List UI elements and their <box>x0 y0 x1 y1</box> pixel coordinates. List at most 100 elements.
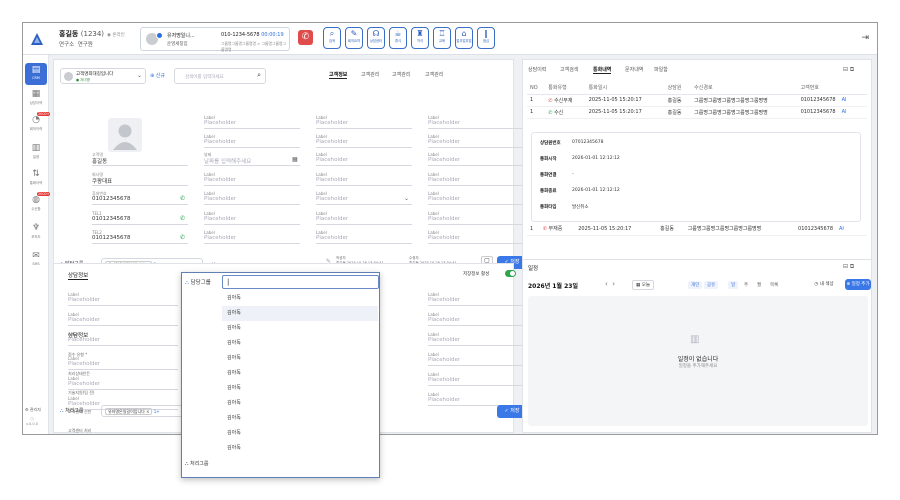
ai-badge[interactable]: AI <box>842 109 847 115</box>
view-목록[interactable]: 목록 <box>767 281 781 289</box>
ai-badge[interactable]: AI <box>842 97 847 103</box>
company-field[interactable]: 쿠팡대표 <box>92 177 112 185</box>
table-row[interactable]: 1 ✆ 부재중 2025-11-05 15:20:17 홍길동 그룹명그룹명그룹명그룹명… <box>527 223 867 236</box>
customer-tab[interactable]: 고객관리 <box>392 71 410 78</box>
table-row[interactable]: 1 ✆ 수신 2025-11-05 15:20:17 홍길동 그룹명그룹명그룹명그룹명그… <box>527 106 867 119</box>
today-button[interactable]: ▦ 오늘 <box>632 280 654 290</box>
customer-tab[interactable]: 고객관리 <box>425 71 443 78</box>
consult-field[interactable]: Placeholder <box>68 297 100 303</box>
label-field[interactable]: Placeholder <box>316 196 348 202</box>
label-field[interactable]: Placeholder <box>428 235 460 241</box>
consult-field[interactable]: Placeholder <box>68 381 100 387</box>
dropdown-option[interactable]: 김아독 <box>222 336 378 351</box>
new-customer-button[interactable]: ⊕ 신규 <box>150 72 165 79</box>
label-field[interactable]: Placeholder <box>204 196 236 202</box>
ai-badge[interactable]: AI <box>839 226 844 232</box>
call-status-box[interactable]: 유저명일니... 운영세칭입 010-1234-5678 00:00:19 그룹… <box>140 27 290 52</box>
dropdown-option[interactable]: 김아독 <box>222 426 378 441</box>
label-field[interactable]: Placeholder <box>316 235 348 241</box>
dropdown-option[interactable]: 김아독 <box>222 411 378 426</box>
sidebar-item-CRM[interactable]: ▤ CRM <box>25 63 47 85</box>
add-schedule-button[interactable]: ⊕ 일정 추가 <box>845 279 871 290</box>
consult-field[interactable]: Placeholder <box>68 361 100 367</box>
consult-field[interactable]: Placeholder <box>428 377 460 383</box>
search-input[interactable]: 검색어를 입력하세요 ⌕ <box>174 68 266 84</box>
label-field[interactable]: Placeholder <box>428 216 460 222</box>
dropdown-option[interactable]: 김아독 <box>222 381 378 396</box>
label-field[interactable]: Placeholder <box>428 177 460 183</box>
sidebar-item-상담이력[interactable]: ▦ 상담이력 <box>25 89 47 105</box>
dropdown-option[interactable]: 김아독 <box>222 351 378 366</box>
label-field[interactable]: Placeholder <box>204 177 236 183</box>
sidebar-item-일정[interactable]: ▥ 일정 <box>25 143 47 159</box>
customer-tab[interactable]: 고객정보 <box>329 71 348 79</box>
dropdown-option[interactable]: 김아독 <box>222 321 378 336</box>
group-dropdown[interactable]: ⛬ 담당그룹 | ⛬ 처리그룹 김아독 김아독 김아독 김아독 김아독 김아독 김아독 김아독… <box>181 272 380 478</box>
label-field[interactable]: Placeholder <box>316 120 348 126</box>
customer-tab[interactable]: 고객관리 <box>361 71 379 78</box>
tel2-field[interactable]: 01012345678 <box>92 235 131 241</box>
hangup-button[interactable]: ✆ <box>298 30 313 45</box>
call-icon[interactable]: ✆ <box>180 234 185 241</box>
filter-개인[interactable]: 개인 <box>688 281 703 289</box>
status-badge[interactable]: ◉ 온라인 <box>107 33 125 38</box>
history-tab[interactable]: 파일함 <box>654 66 668 73</box>
dropdown-option[interactable]: 김아독 <box>222 396 378 411</box>
consult-field[interactable]: Placeholder <box>428 297 460 303</box>
label-field[interactable]: Placeholder <box>204 139 236 145</box>
tool-button-업무업무업[interactable]: ⌂ 업무업무업 <box>455 27 473 49</box>
phone-field[interactable]: 01012345678 <box>92 196 131 202</box>
consult-field[interactable]: Placeholder <box>428 337 460 343</box>
label-field[interactable]: Placeholder <box>428 139 460 145</box>
label-field[interactable]: Placeholder <box>316 157 348 163</box>
tool-button-회의요약[interactable]: ✎ 회의요약 <box>345 27 363 49</box>
history-tab[interactable]: 통화내역 <box>593 66 612 74</box>
view-주[interactable]: 주 <box>741 281 751 289</box>
consult-field[interactable]: Placeholder <box>428 317 460 323</box>
sidebar-item-수신함[interactable]: ◍ 수신함 2000+ <box>25 192 51 211</box>
sidebar-item-SMS[interactable]: ✉ SMS <box>25 251 47 266</box>
call-icon[interactable]: ✆ <box>180 195 185 202</box>
dropdown-option[interactable]: 김아독 <box>222 306 378 321</box>
table-row[interactable]: 1 ✆ 수신부재 2025-11-05 15:20:17 홍길동 그룹명그룹명그룹명그룹… <box>527 94 867 107</box>
filter-공유[interactable]: 공유 <box>704 281 719 289</box>
label-field[interactable]: Placeholder <box>204 216 236 222</box>
logout-icon[interactable]: ⇥ <box>861 33 869 43</box>
call-icon[interactable]: ✆ <box>180 215 185 222</box>
history-tab[interactable]: 문자내역 <box>625 66 643 73</box>
active-toggle[interactable] <box>505 270 516 277</box>
collapse-icon[interactable]: ⊟ ⧉ <box>843 263 854 271</box>
date-field[interactable]: 날짜를 입력해주세요 <box>204 157 251 165</box>
consult-tab[interactable]: 상담정보 <box>68 271 89 280</box>
tool-button-검색[interactable]: ⌕ 검색 <box>323 27 341 49</box>
label-field[interactable]: Placeholder <box>428 157 460 163</box>
dropdown-option[interactable]: 김아독 <box>222 366 378 381</box>
consult-field[interactable]: Placeholder <box>68 317 100 323</box>
admin-link[interactable]: ⚙ 관리자 <box>25 407 41 413</box>
tool-button-교육[interactable]: ♖ 교육 <box>433 27 451 49</box>
app-logo[interactable] <box>29 31 45 47</box>
name-field[interactable]: 홍길동 <box>92 157 107 165</box>
customer-selector[interactable]: 고객명최대길입니다 ● 자녀명 ⌄ <box>60 68 146 84</box>
dropdown-search-input[interactable]: | <box>222 275 379 289</box>
date-nav[interactable]: ‹ › <box>605 280 615 288</box>
label-field[interactable]: Placeholder <box>428 196 460 202</box>
tel1-field[interactable]: 01012345678 <box>92 216 131 222</box>
tool-button-상담센터[interactable]: ☊ 상담센터 <box>367 27 385 49</box>
tool-button-점심[interactable]: ‖ 점심 <box>477 27 495 49</box>
sidebar-item-통화이력[interactable]: ⇅ 통화이력 <box>25 169 47 185</box>
consult-field[interactable]: Placeholder <box>428 357 460 363</box>
label-field[interactable]: Placeholder <box>204 235 236 241</box>
view-일[interactable]: 일 <box>728 281 739 289</box>
consult-field[interactable]: Placeholder <box>428 397 460 403</box>
dropdown-option[interactable]: 김아독 <box>222 291 378 306</box>
tool-button-착석[interactable]: ♜ 착석 <box>411 27 429 49</box>
history-tab[interactable]: 상담이력 <box>528 66 546 73</box>
label-field[interactable]: Placeholder <box>428 120 460 126</box>
calendar-icon[interactable]: ▦ <box>292 156 298 163</box>
label-field[interactable]: Placeholder <box>316 177 348 183</box>
view-월[interactable]: 월 <box>754 281 764 289</box>
chevron-down-icon[interactable]: ⌄ <box>404 195 409 202</box>
collapse-icon[interactable]: ⊟ ⧉ <box>843 66 854 74</box>
tool-button-휴식[interactable]: ☕ 휴식 <box>389 27 407 49</box>
